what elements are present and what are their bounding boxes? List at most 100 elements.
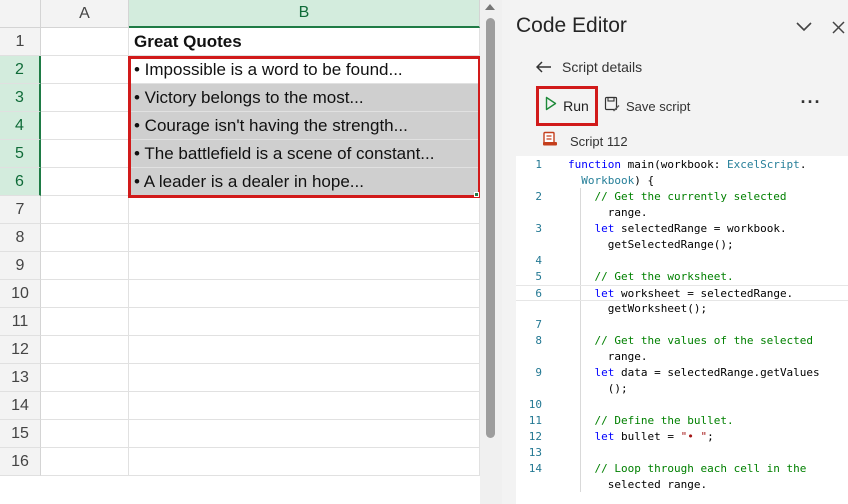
save-label: Save script	[626, 98, 691, 114]
code-text: let bullet = "• ";	[594, 430, 714, 443]
script-title-row: Script 112	[542, 130, 628, 152]
code-editor-pane: Code Editor Script details Run Save scri…	[502, 0, 848, 504]
column-header-a[interactable]: A	[41, 0, 129, 28]
code-line[interactable]: 6 let worksheet = selectedRange.	[516, 285, 848, 301]
save-icon	[604, 96, 620, 117]
code-line[interactable]: selected range.	[516, 477, 848, 493]
row-header-10[interactable]: 10	[0, 280, 41, 308]
code-text: selected range.	[568, 478, 708, 491]
cell-b11[interactable]	[129, 308, 480, 336]
code-line[interactable]: 14 // Loop through each cell in the	[516, 461, 848, 477]
code-line[interactable]: 1 function main(workbook: ExcelScript.	[516, 157, 848, 173]
cell-b15[interactable]	[129, 420, 480, 448]
row-header-2[interactable]: 2	[0, 56, 41, 84]
code-line[interactable]: 7	[516, 317, 848, 333]
cell-a6[interactable]	[41, 168, 129, 196]
cell-b2[interactable]: • Impossible is a word to be found...	[129, 56, 480, 84]
cell-b6[interactable]: • A leader is a dealer in hope...	[129, 168, 480, 196]
row-header-5[interactable]: 5	[0, 140, 41, 168]
row-header-1[interactable]: 1	[0, 28, 41, 56]
save-script-button[interactable]: Save script	[604, 94, 690, 118]
code-line[interactable]: 2 // Get the currently selected	[516, 189, 848, 205]
row-header-8[interactable]: 8	[0, 224, 41, 252]
cell-a5[interactable]	[41, 140, 129, 168]
cell-a14[interactable]	[41, 392, 129, 420]
row-header-9[interactable]: 9	[0, 252, 41, 280]
row-header-11[interactable]: 11	[0, 308, 41, 336]
cell-b13[interactable]	[129, 364, 480, 392]
cell-b3[interactable]: • Victory belongs to the most...	[129, 84, 480, 112]
run-label: Run	[563, 98, 589, 114]
row-header-16[interactable]: 16	[0, 448, 41, 476]
line-number: 5	[535, 270, 542, 283]
line-number: 13	[528, 446, 542, 459]
cell-a11[interactable]	[41, 308, 129, 336]
cell-b5[interactable]: • The battlefield is a scene of constant…	[129, 140, 480, 168]
cell-b10[interactable]	[129, 280, 480, 308]
vertical-scrollbar-thumb[interactable]	[486, 18, 495, 438]
cell-b8[interactable]	[129, 224, 480, 252]
cell-a10[interactable]	[41, 280, 129, 308]
cell-b7[interactable]	[129, 196, 480, 224]
more-options-button[interactable]: ···	[800, 93, 822, 118]
column-header-b[interactable]: B	[129, 0, 480, 28]
run-button[interactable]: Run	[536, 86, 598, 126]
code-line[interactable]: 8 // Get the values of the selected	[516, 333, 848, 349]
code-line[interactable]: range.	[516, 205, 848, 221]
cell-b14[interactable]	[129, 392, 480, 420]
code-line[interactable]: 5 // Get the worksheet.	[516, 269, 848, 285]
row-header-6[interactable]: 6	[0, 168, 41, 196]
cell-a3[interactable]	[41, 84, 129, 112]
spreadsheet-grid[interactable]: A B 1 Great Quotes 2 • Impossible is a word…	[0, 0, 480, 504]
code-line[interactable]: 12 let bullet = "• ";	[516, 429, 848, 445]
code-text: ();	[568, 382, 628, 395]
back-to-script-details[interactable]: Script details	[535, 56, 643, 78]
cell-b1[interactable]: Great Quotes	[129, 28, 480, 56]
close-icon[interactable]	[828, 16, 848, 38]
cell-a2[interactable]	[41, 56, 129, 84]
cell-b16[interactable]	[129, 448, 480, 476]
code-line[interactable]: Workbook) {	[516, 173, 848, 189]
fill-handle[interactable]	[474, 192, 479, 197]
code-editor-textarea[interactable]: 1 function main(workbook: ExcelScript. Wo…	[516, 156, 848, 504]
line-number: 4	[535, 254, 542, 267]
code-line[interactable]: 11 // Define the bullet.	[516, 413, 848, 429]
row-header-15[interactable]: 15	[0, 420, 41, 448]
back-label: Script details	[562, 59, 643, 75]
cell-b4[interactable]: • Courage isn't having the strength...	[129, 112, 480, 140]
cell-b9[interactable]	[129, 252, 480, 280]
code-line[interactable]: 4	[516, 253, 848, 269]
select-all-corner[interactable]	[0, 0, 41, 28]
cell-a16[interactable]	[41, 448, 129, 476]
line-number: 9	[535, 366, 542, 379]
cell-a9[interactable]	[41, 252, 129, 280]
line-number: 1	[535, 158, 542, 171]
arrow-left-icon	[535, 58, 552, 77]
code-line[interactable]: 9 let data = selectedRange.getValues	[516, 365, 848, 381]
code-line[interactable]: 3 let selectedRange = workbook.	[516, 221, 848, 237]
code-line[interactable]: range.	[516, 349, 848, 365]
code-text: Workbook) {	[581, 174, 655, 187]
cell-a8[interactable]	[41, 224, 129, 252]
row-header-4[interactable]: 4	[0, 112, 41, 140]
row-header-13[interactable]: 13	[0, 364, 41, 392]
row-header-3[interactable]: 3	[0, 84, 41, 112]
code-line[interactable]: getWorksheet();	[516, 301, 848, 317]
cell-a13[interactable]	[41, 364, 129, 392]
row-header-14[interactable]: 14	[0, 392, 41, 420]
pane-splitter[interactable]	[480, 0, 502, 504]
cell-a12[interactable]	[41, 336, 129, 364]
code-line[interactable]: getSelectedRange();	[516, 237, 848, 253]
scroll-up-icon[interactable]	[485, 4, 495, 10]
cell-a4[interactable]	[41, 112, 129, 140]
cell-a7[interactable]	[41, 196, 129, 224]
code-line[interactable]: ();	[516, 381, 848, 397]
row-header-7[interactable]: 7	[0, 196, 41, 224]
cell-a15[interactable]	[41, 420, 129, 448]
code-line[interactable]: 13	[516, 445, 848, 461]
code-line[interactable]: 10	[516, 397, 848, 413]
chevron-down-icon[interactable]	[794, 16, 814, 38]
row-header-12[interactable]: 12	[0, 336, 41, 364]
cell-b12[interactable]	[129, 336, 480, 364]
cell-a1[interactable]	[41, 28, 129, 56]
